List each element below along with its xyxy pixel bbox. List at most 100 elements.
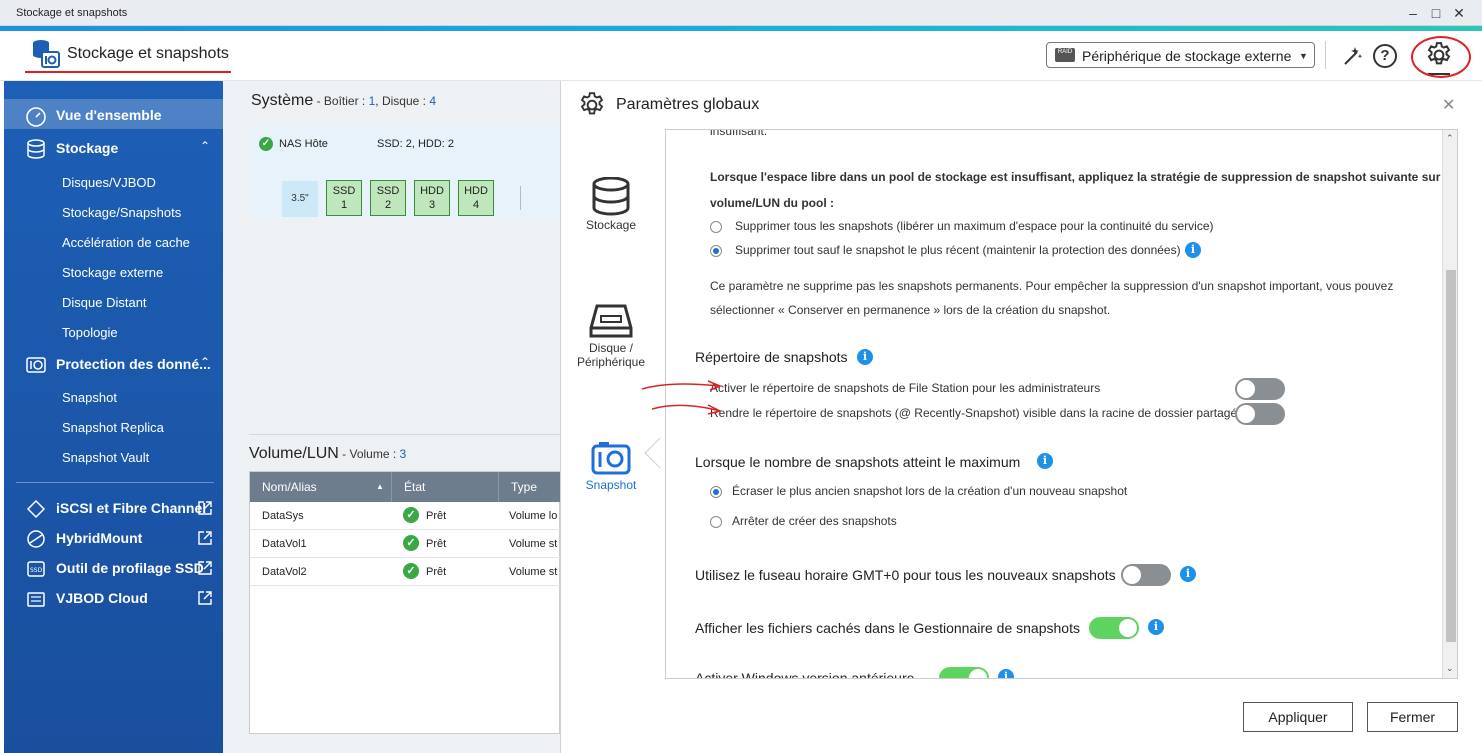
sidebar-item-snapshot-vault[interactable]: Snapshot Vault [62, 450, 149, 465]
sidebar-item-external[interactable]: Stockage externe [62, 265, 163, 280]
magic-wand-icon[interactable] [1341, 44, 1365, 68]
column-label: Type [511, 480, 538, 494]
option-keep-recent[interactable]: Supprimer tout sauf le snapshot le plus … [735, 243, 1181, 257]
raid-icon: RAID [1055, 48, 1075, 62]
box-label: - Boîtier : [313, 94, 369, 108]
radio-overwrite-oldest[interactable] [710, 486, 722, 498]
close-window-icon[interactable]: ✕ [1450, 4, 1468, 22]
nav-disk[interactable]: Disque / Périphérique [561, 341, 661, 369]
sidebar-item-snapshot[interactable]: Snapshot [62, 390, 117, 405]
sidebar-item-overview[interactable]: Vue d'ensemble [56, 107, 162, 123]
disk-bay[interactable]: SSD 2 [370, 180, 406, 216]
radio-keep-recent[interactable] [710, 245, 722, 257]
scroll-up-icon[interactable]: ⌃ [1446, 133, 1454, 144]
sidebar-link-vjbod-cloud[interactable]: VJBOD Cloud [56, 590, 148, 606]
sidebar-item-disks[interactable]: Disques/VJBOD [62, 175, 156, 190]
storage-device-select[interactable]: RAID Périphérique de stockage externe ▼ [1046, 42, 1315, 68]
sidebar-item-cache[interactable]: Accélération de cache [62, 235, 190, 250]
info-icon[interactable]: i [1180, 566, 1196, 582]
bay-number: 3 [428, 199, 436, 211]
radio-stop-creating[interactable] [710, 516, 722, 528]
bay-type: HDD [420, 185, 444, 197]
nav-label: Snapshot [585, 478, 637, 492]
chevron-up-icon[interactable]: ⌃ [200, 355, 210, 369]
dir-section-title: Répertoire de snapshots [695, 349, 848, 365]
nas-panel[interactable]: ✓ NAS Hôte SSD: 2, HDD: 2 3.5" SSD 1 SSD 2… [249, 126, 560, 218]
sidebar-item-remote-disk[interactable]: Disque Distant [62, 295, 147, 310]
strategy-text-line2: volume/LUN du pool : [710, 196, 834, 210]
disk-bay[interactable]: HDD 3 [414, 180, 450, 216]
table-row[interactable]: DataVol1 ✓ Prêt Volume st [250, 530, 561, 558]
toggle-visible-dir[interactable] [1235, 403, 1285, 425]
storage-nav-icon[interactable] [587, 176, 635, 217]
bay-number: 4 [472, 199, 480, 211]
info-icon[interactable]: i [857, 349, 873, 365]
column-header-state[interactable]: État [391, 472, 498, 502]
scrollbar[interactable]: ⌃ ⌄ [1442, 130, 1457, 678]
close-icon[interactable]: ✕ [1442, 95, 1455, 115]
scroll-down-icon[interactable]: ⌄ [1446, 663, 1454, 674]
check-icon: ✓ [259, 137, 273, 151]
nas-label: NAS Hôte [279, 138, 328, 150]
overview-panel: Système - Boîtier : 1, Disque : 4 ✓ NAS … [223, 81, 561, 753]
sidebar-link-ssd-profiling[interactable]: Outil de profilage SSD [56, 560, 204, 576]
maximize-icon[interactable]: □ [1427, 4, 1445, 22]
settings-content: insuffisant. Lorsque l'espace libre dans… [665, 129, 1458, 679]
chevron-up-icon[interactable]: ⌃ [200, 139, 210, 153]
nav-storage[interactable]: Stockage [561, 218, 661, 232]
external-link-icon[interactable] [197, 500, 213, 516]
table-row[interactable]: DataVol2 ✓ Prêt Volume st [250, 558, 561, 586]
row-state: Prêt [426, 566, 447, 578]
scrollbar-thumb[interactable] [1446, 270, 1456, 642]
annotation-circle [1411, 36, 1471, 78]
disk-bay[interactable]: HDD 4 [458, 180, 494, 216]
info-icon[interactable]: i [1037, 453, 1053, 469]
bay-number: 1 [340, 199, 348, 211]
disk-bay[interactable]: SSD 1 [326, 180, 362, 216]
table-row[interactable]: DataSys ✓ Prêt Volume lo [250, 502, 561, 530]
disk-label: , Disque : [375, 94, 430, 108]
dashboard-icon [24, 106, 48, 127]
strategy-text-line1: Lorsque l'espace libre dans un pool de s… [710, 170, 1458, 184]
sidebar-link-iscsi[interactable]: iSCSI et Fibre Channel [56, 500, 206, 516]
row-name: DataVol2 [262, 566, 307, 578]
column-label: État [404, 480, 426, 494]
external-link-icon[interactable] [197, 560, 213, 576]
help-icon[interactable]: ? [1373, 44, 1397, 68]
radio-delete-all[interactable] [710, 221, 722, 233]
close-button[interactable]: Fermer [1367, 702, 1458, 732]
annotation-underline [25, 71, 231, 73]
snapshot-nav-icon[interactable] [591, 441, 631, 475]
toggle-file-station-dir[interactable] [1235, 378, 1285, 400]
sidebar-item-protection[interactable]: Protection des donné... [56, 356, 211, 372]
apply-button[interactable]: Appliquer [1243, 702, 1353, 732]
volume-table: Nom/Alias ▲ État Type DataSys ✓ Prêt Volu… [249, 471, 561, 734]
row-type: Volume lo [509, 510, 558, 522]
info-icon[interactable]: i [998, 669, 1014, 678]
option-delete-all[interactable]: Supprimer tous les snapshots (libérer un… [735, 219, 1214, 233]
nav-snapshot[interactable]: Snapshot [561, 478, 661, 492]
windows-label: Activer Windows version antérieure [695, 670, 915, 679]
row-type: Volume st [509, 538, 558, 550]
info-icon[interactable]: i [1185, 242, 1201, 258]
sidebar-item-snapshot-replica[interactable]: Snapshot Replica [62, 420, 164, 435]
note-line1: Ce paramètre ne supprime pas les snapsho… [710, 279, 1394, 293]
sidebar-divider [16, 482, 214, 483]
sidebar-item-topology[interactable]: Topologie [62, 325, 118, 340]
external-link-icon[interactable] [197, 590, 213, 606]
raid-badge: RAID [1057, 49, 1073, 55]
column-header-name[interactable]: Nom/Alias ▲ [250, 472, 391, 502]
minimize-icon[interactable]: – [1404, 4, 1422, 22]
toggle-windows-previous[interactable] [939, 667, 989, 678]
external-link-icon[interactable] [197, 530, 213, 546]
option-stop-creating[interactable]: Arrêter de créer des snapshots [732, 514, 897, 528]
toggle-hidden-files[interactable] [1089, 617, 1139, 639]
info-icon[interactable]: i [1148, 619, 1164, 635]
option-overwrite-oldest[interactable]: Écraser le plus ancien snapshot lors de … [732, 484, 1127, 498]
sidebar-item-storage[interactable]: Stockage [56, 140, 118, 156]
sidebar-link-hybridmount[interactable]: HybridMount [56, 530, 142, 546]
sidebar-item-storage-snapshots[interactable]: Stockage/Snapshots [62, 205, 181, 220]
toggle-gmt[interactable] [1121, 564, 1171, 586]
column-header-type[interactable]: Type [498, 472, 561, 502]
disk-nav-icon[interactable] [589, 303, 633, 339]
